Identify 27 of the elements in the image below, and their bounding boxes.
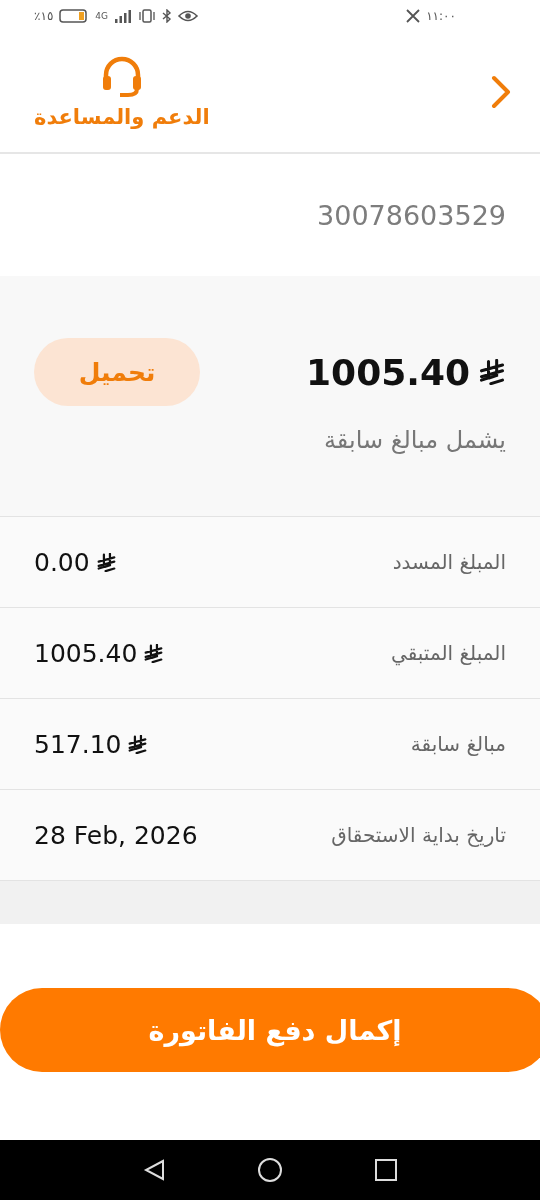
eye-icon: [178, 9, 199, 23]
detail-value: 517.10: [34, 729, 122, 759]
detail-label: المبلغ المتبقي: [391, 641, 506, 665]
home-nav-icon[interactable]: [257, 1157, 283, 1183]
back-chevron-icon[interactable]: [490, 74, 512, 110]
network-label: 4G: [95, 11, 109, 21]
battery-icon: [59, 9, 90, 23]
detail-label: مبالغ سابقة: [410, 732, 506, 756]
detail-label: المبلغ المسدد: [392, 550, 506, 574]
detail-value: 1005.40: [34, 638, 138, 668]
account-number: 30078603529: [317, 199, 506, 231]
riyal-icon: [478, 359, 506, 385]
detail-label: تاريخ بداية الاستحقاق: [331, 823, 506, 847]
x-logo-icon: [406, 9, 421, 23]
total-amount: 1005.40: [306, 351, 470, 393]
recents-nav-icon[interactable]: [373, 1157, 399, 1183]
vibrate-icon: [138, 9, 157, 23]
battery-percent: ٪١٥: [34, 9, 54, 23]
download-button[interactable]: تحميل: [34, 338, 200, 406]
signal-icon: [114, 9, 133, 23]
bluetooth-icon: [162, 9, 173, 23]
support-label[interactable]: الدعم والمساعدة: [34, 105, 210, 129]
detail-value: 28 Feb, 2026: [34, 820, 198, 850]
clock: ١١:٠٠: [426, 9, 456, 23]
pay-button[interactable]: إكمال دفع الفاتورة: [0, 988, 540, 1072]
amount-note: يشمل مبالغ سابقة: [324, 426, 506, 454]
detail-value: 0.00: [34, 547, 90, 577]
